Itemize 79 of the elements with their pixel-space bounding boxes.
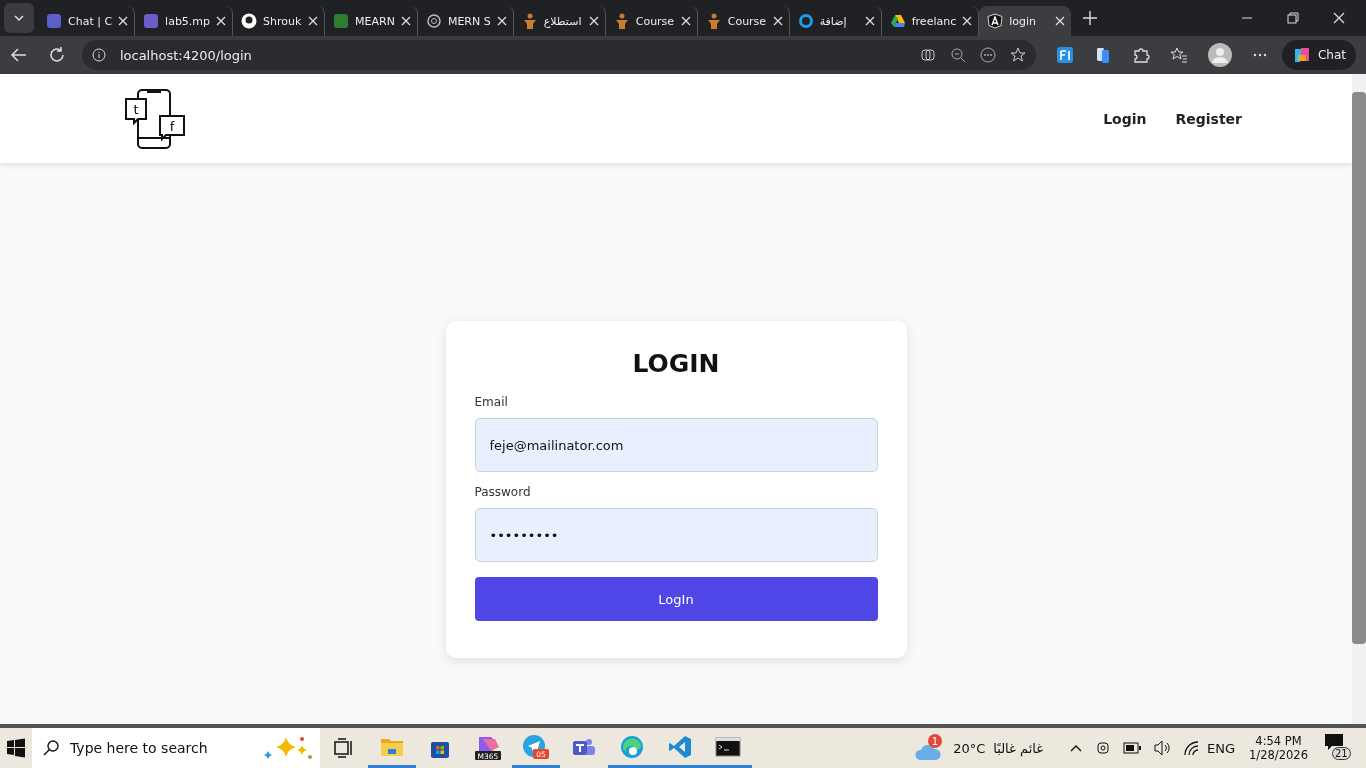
field-label: Email — [474, 395, 509, 409]
tab-title: Chat | C — [68, 14, 113, 28]
tab-menu-button[interactable] — [4, 3, 34, 33]
task-view-icon — [333, 737, 355, 759]
tab-title: Course — [635, 14, 675, 28]
code-editor-icon — [668, 734, 692, 759]
tab-title: إضافة — [819, 14, 848, 28]
close-tab-icon[interactable] — [118, 16, 129, 26]
field-label: Password — [474, 485, 532, 499]
camera-icon[interactable] — [1095, 740, 1111, 756]
copilot-icon[interactable] — [920, 47, 937, 63]
tab-favicon-icon — [987, 13, 1004, 29]
tab-favicon-icon — [425, 13, 442, 29]
more-icon[interactable] — [980, 47, 997, 63]
address-bar[interactable]: localhost:4200/login — [81, 40, 1037, 70]
input-field[interactable]: ••••••••• — [474, 508, 878, 562]
tab-favicon-icon — [46, 13, 62, 29]
tab-title: freelanc — [911, 14, 957, 28]
wifi-icon[interactable] — [1183, 740, 1201, 756]
new-tab-icon[interactable] — [1083, 11, 1098, 25]
close-tab-icon[interactable] — [308, 16, 319, 26]
sparkle-icon — [262, 735, 312, 761]
close-tab-icon[interactable] — [216, 16, 227, 26]
terminal-icon — [715, 735, 741, 758]
volume-icon[interactable] — [1153, 740, 1171, 756]
close-tab-icon[interactable] — [772, 16, 783, 26]
notification-icon[interactable] — [1324, 733, 1344, 751]
tab-title: استطلاع — [543, 14, 583, 28]
temperature-text: 20°C — [953, 740, 986, 756]
tab-favicon-icon — [521, 13, 538, 29]
tab-title: Course — [727, 14, 767, 28]
battery-icon[interactable] — [1123, 742, 1141, 754]
clock-date: 1/28/2026 — [1249, 748, 1308, 762]
close-tab-icon[interactable] — [400, 16, 411, 26]
tab-title: login — [1009, 14, 1038, 28]
scrollbar[interactable] — [1352, 74, 1366, 724]
browser-app-icon — [620, 734, 644, 759]
weather-condition: غائم غالبًا — [993, 740, 1043, 756]
close-tab-icon[interactable] — [962, 16, 973, 26]
tab-favicon-icon — [705, 13, 722, 29]
tab-favicon-icon — [333, 13, 350, 29]
tab-favicon-icon — [613, 13, 630, 29]
copilot-chat-button[interactable]: Chat — [1281, 40, 1356, 70]
taskbar-search-field[interactable]: Type here to search — [32, 728, 320, 768]
language-indicator[interactable]: ENG — [1207, 740, 1236, 756]
favorites-icon[interactable] — [1170, 46, 1189, 64]
tab-title: Shrouk — [263, 14, 303, 28]
zoom-out-icon[interactable] — [950, 47, 967, 63]
close-tab-icon[interactable] — [588, 16, 599, 26]
restore-icon[interactable] — [1287, 12, 1299, 24]
windows-start-icon[interactable] — [6, 738, 26, 758]
close-icon[interactable] — [1333, 12, 1345, 24]
notification-count: 21 — [1332, 747, 1351, 760]
nav-link[interactable]: Login — [1103, 110, 1147, 127]
extension-icon[interactable] — [1056, 46, 1075, 64]
close-tab-icon[interactable] — [496, 16, 507, 26]
tab-favicon-icon — [797, 13, 814, 29]
tab-favicon-icon — [241, 13, 258, 29]
browser-tab[interactable]: login — [979, 6, 1072, 36]
tab-favicon-icon — [889, 13, 906, 29]
tab-title: lab5.mp — [165, 14, 211, 28]
info-icon[interactable] — [91, 48, 106, 62]
input-field[interactable]: feje@mailinator.com — [474, 418, 878, 472]
nav-link[interactable]: Register — [1175, 110, 1242, 127]
favorite-star-icon[interactable] — [1010, 47, 1027, 63]
reload-icon[interactable] — [47, 46, 66, 64]
tab-title: MEARN — [355, 14, 395, 28]
form-title: LOGIN — [631, 349, 721, 378]
profile-avatar-icon[interactable] — [1208, 43, 1232, 67]
clock-time: 4:54 PM — [1255, 734, 1302, 748]
close-tab-icon[interactable] — [1055, 16, 1066, 26]
close-tab-icon[interactable] — [864, 16, 875, 26]
puzzle-icon[interactable] — [1132, 46, 1151, 64]
tab-title: MERN S — [447, 14, 491, 28]
tab-favicon-icon — [143, 13, 160, 29]
search-icon — [42, 739, 60, 757]
login-button[interactable]: LogIn — [474, 577, 878, 621]
close-tab-icon[interactable] — [680, 16, 691, 26]
back-icon[interactable] — [10, 46, 28, 64]
